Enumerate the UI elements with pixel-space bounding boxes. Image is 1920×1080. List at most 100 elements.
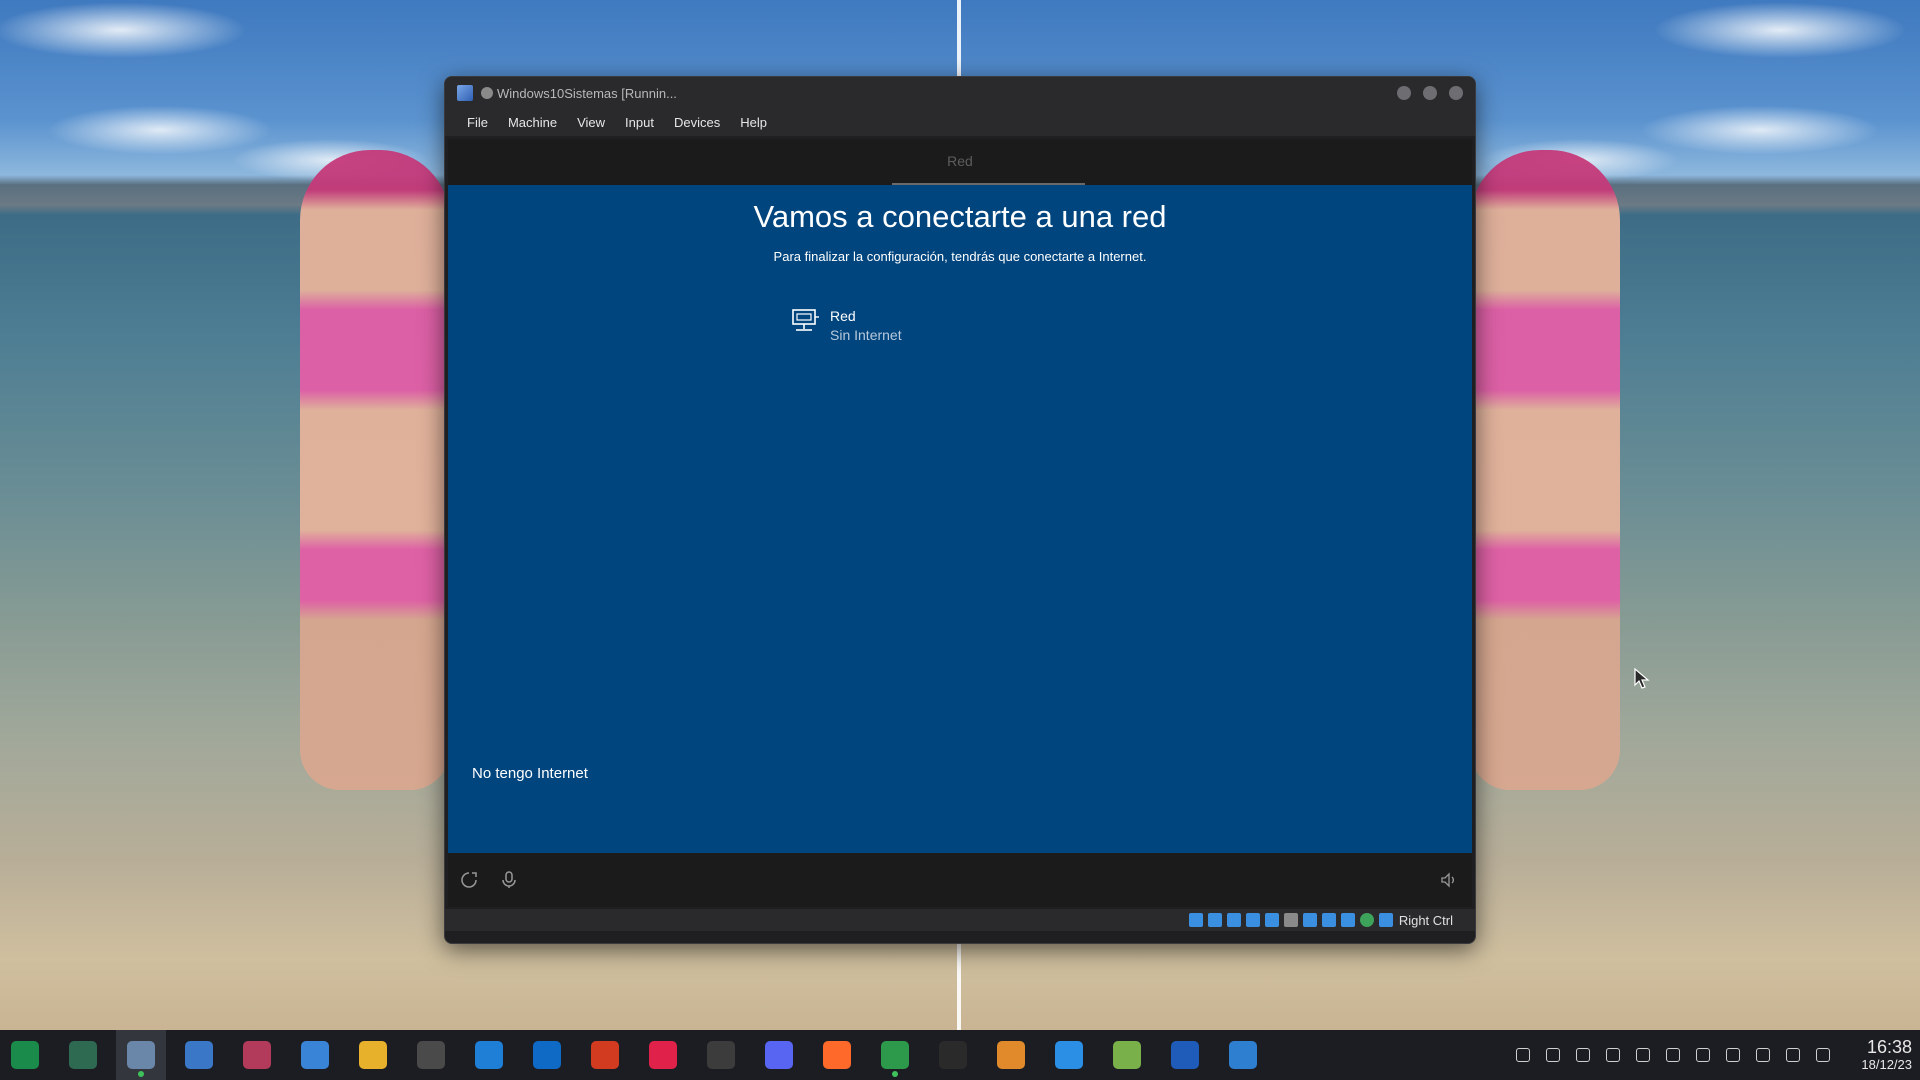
menu-input[interactable]: Input [615,115,664,130]
taskbar-app[interactable] [348,1030,398,1080]
network-tray-icon[interactable] [1784,1046,1802,1064]
store-icon [185,1041,213,1069]
window-titlebar[interactable]: Windows10Sistemas [Runnin... [445,77,1475,109]
network-status-icon[interactable] [1245,913,1260,927]
taskbar-app[interactable] [812,1030,862,1080]
host-key-label: Right Ctrl [1398,912,1453,928]
network-tray-glyph [1786,1048,1800,1062]
update-icon[interactable] [1604,1046,1622,1064]
update-glyph [1606,1048,1620,1062]
expand-tray-glyph [1816,1048,1830,1062]
cpu-status-icon[interactable] [1340,913,1355,927]
volume-tray-icon[interactable] [1724,1046,1742,1064]
panel-glyph [1546,1048,1560,1062]
system-monitor-icon [69,1041,97,1069]
info-icon[interactable] [1634,1046,1652,1064]
taskbar-app[interactable] [0,1030,50,1080]
hard-disk-status-icon[interactable] [1188,913,1203,927]
clock[interactable]: 16:38 18/12/23 [1848,1037,1912,1073]
host-key-indicator-icon[interactable] [1378,913,1393,927]
mouse-cursor-icon [1634,668,1650,689]
menu-devices[interactable]: Devices [664,115,730,130]
menu-help[interactable]: Help [730,115,777,130]
youtube-music-icon [649,1041,677,1069]
microphone-icon[interactable] [500,871,518,889]
oobe-tab-label: Red [947,153,973,169]
taskbar-app[interactable] [290,1030,340,1080]
menubar: File Machine View Input Devices Help [445,109,1475,137]
taskbar-app[interactable] [1044,1030,1094,1080]
word-icon [1171,1041,1199,1069]
wired-network-icon [792,309,819,331]
taskbar-app[interactable] [986,1030,1036,1080]
guest-display[interactable]: Red Vamos a conectarte a una red Para fi… [448,139,1472,907]
network-status: Sin Internet [830,327,902,343]
oobe-tab-underline [892,183,1085,185]
oobe-title: Vamos a conectarte a una red [753,199,1167,234]
3d-package-icon [1113,1041,1141,1069]
photos-icon [1229,1041,1257,1069]
taskbar-app[interactable] [522,1030,572,1080]
clipboard-glyph [1666,1048,1680,1062]
vscode-icon [1055,1041,1083,1069]
oobe-header: Red [448,139,1472,185]
mouse-integration-status-icon[interactable] [1359,913,1374,927]
close-button[interactable] [1449,86,1463,100]
wallpaper-person-right [1470,150,1620,790]
chrome-icon [881,1041,909,1069]
taskbar-app[interactable] [174,1030,224,1080]
taskbar-app[interactable] [928,1030,978,1080]
taskbar-app[interactable] [1102,1030,1152,1080]
taskbar-app[interactable] [1218,1030,1268,1080]
shared-folders-status-icon[interactable] [1283,913,1298,927]
terminal-icon [939,1041,967,1069]
taskbar-app[interactable] [696,1030,746,1080]
minimize-button[interactable] [1397,86,1411,100]
virtualbox-app-icon [457,85,473,101]
taskbar-app[interactable] [464,1030,514,1080]
outlook-icon [533,1041,561,1069]
taskbar-app[interactable] [580,1030,630,1080]
audio-status-icon[interactable] [1226,913,1241,927]
panel-icon[interactable] [1544,1046,1562,1064]
discord-icon [765,1041,793,1069]
menu-view[interactable]: View [567,115,615,130]
taskbar-app[interactable] [754,1030,804,1080]
clipboard-icon[interactable] [1664,1046,1682,1064]
taskbar-app[interactable] [58,1030,108,1080]
menu-machine[interactable]: Machine [498,115,567,130]
location-glyph [1696,1048,1710,1062]
optical-drive-status-icon[interactable] [1207,913,1222,927]
running-indicator-icon [892,1071,898,1077]
taskbar-app[interactable] [638,1030,688,1080]
usb-status-icon[interactable] [1264,913,1279,927]
display-status-icon[interactable] [1302,913,1317,927]
tray-icon-list [1514,1046,1844,1064]
accessibility-icon[interactable] [460,871,478,889]
wallpaper-person-left [300,150,450,790]
location-icon[interactable] [1694,1046,1712,1064]
menu-file[interactable]: File [457,115,498,130]
taskbar-app[interactable] [406,1030,456,1080]
recording-status-icon[interactable] [1321,913,1336,927]
taskbar-app[interactable] [870,1030,920,1080]
expand-tray-icon[interactable] [1814,1046,1832,1064]
chrome-tray-icon[interactable] [1574,1046,1592,1064]
media-player-icon [243,1041,271,1069]
taskbar-app[interactable] [116,1030,166,1080]
network-list-item[interactable]: Red Sin Internet [792,307,902,345]
maximize-button[interactable] [1423,86,1437,100]
oobe-subtitle: Para finalizar la configuración, tendrás… [773,249,1147,264]
volume-tray-glyph [1726,1048,1740,1062]
firefox-icon [823,1041,851,1069]
desktop-icon[interactable] [1514,1046,1532,1064]
microphone-tray-icon[interactable] [1754,1046,1772,1064]
no-internet-link[interactable]: No tengo Internet [472,765,588,782]
taskbar-app[interactable] [1160,1030,1210,1080]
notes-icon [301,1041,329,1069]
obs-icon [707,1041,735,1069]
desktop-glyph [1516,1048,1530,1062]
volume-icon[interactable] [1440,871,1458,889]
taskbar-app[interactable] [232,1030,282,1080]
package-manager-icon [997,1041,1025,1069]
